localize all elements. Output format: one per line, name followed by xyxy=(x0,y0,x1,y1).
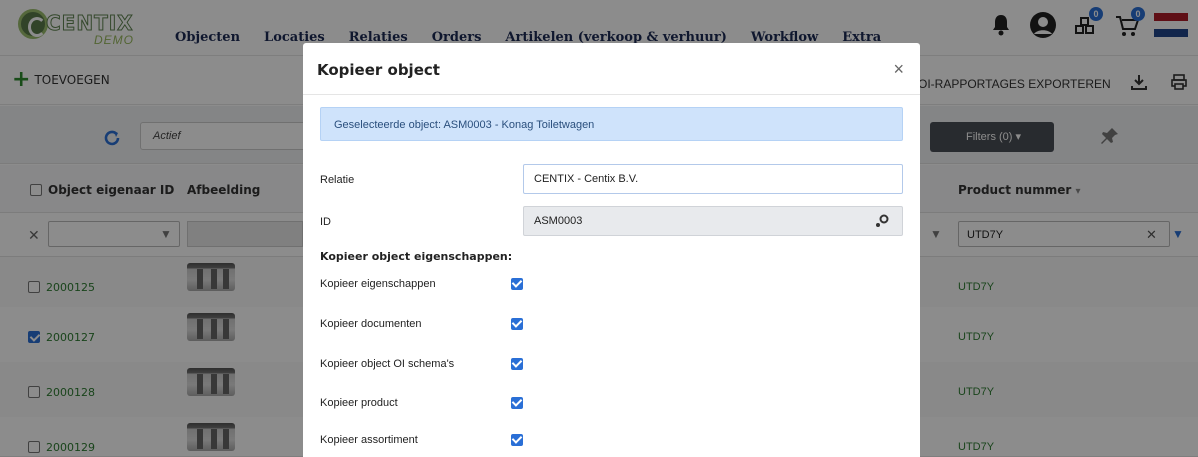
copy-properties-label: Kopieer eigenschappen xyxy=(320,278,436,290)
copy-oi-schemas-label: Kopieer object OI schema's xyxy=(320,358,455,370)
copy-product-label: Kopieer product xyxy=(320,397,398,409)
copy-properties-section-title: Kopieer object eigenschappen: xyxy=(320,250,513,263)
dialog-header: Kopieer object × xyxy=(303,43,920,95)
copy-assortment-checkbox[interactable] xyxy=(511,434,523,446)
copy-product-checkbox[interactable] xyxy=(511,397,523,409)
close-icon[interactable]: × xyxy=(893,59,904,80)
copy-properties-checkbox[interactable] xyxy=(511,278,523,290)
relatie-input[interactable]: CENTIX - Centix B.V. xyxy=(523,164,903,194)
copy-oi-schemas-checkbox[interactable] xyxy=(511,358,523,370)
copy-documents-checkbox[interactable] xyxy=(511,318,523,330)
copy-object-dialog: Kopieer object × Geselecteerde object: A… xyxy=(303,43,920,457)
id-value: ASM0003 xyxy=(534,215,583,227)
relatie-label: Relatie xyxy=(320,174,355,186)
copy-assortment-label: Kopieer assortiment xyxy=(320,434,418,446)
dialog-title: Kopieer object xyxy=(317,61,440,79)
copy-documents-label: Kopieer documenten xyxy=(320,318,422,330)
id-label: ID xyxy=(320,216,331,228)
selected-object-alert: Geselecteerde object: ASM0003 - Konag To… xyxy=(320,107,903,141)
generate-id-gear-icon[interactable] xyxy=(874,213,890,229)
id-field: ASM0003 xyxy=(523,206,903,236)
